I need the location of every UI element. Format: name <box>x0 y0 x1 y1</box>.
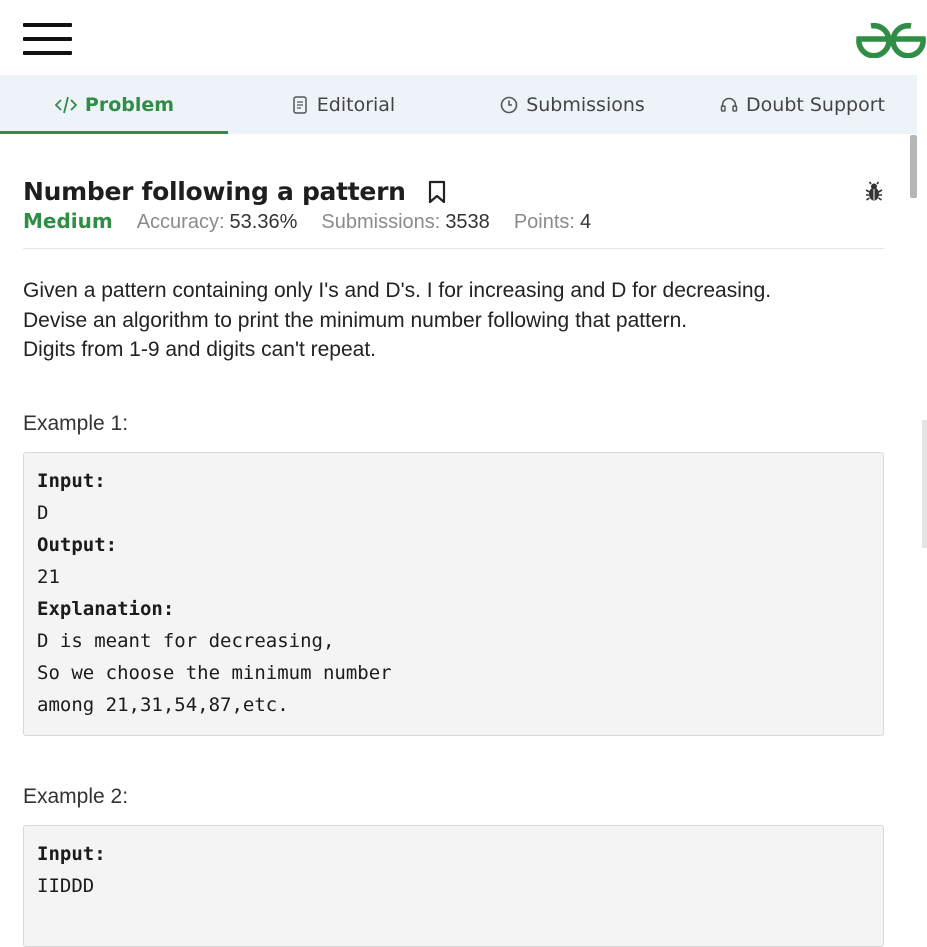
tab-label: Problem <box>84 93 175 116</box>
bookmark-icon[interactable] <box>428 180 446 204</box>
example-2-codeblock: Input: IIDDD <box>23 825 884 947</box>
divider <box>23 248 884 249</box>
submissions-value: 3538 <box>445 211 490 233</box>
example-1-heading: Example 1: <box>23 412 129 435</box>
points-value: 4 <box>579 211 592 233</box>
tab-doubt-support[interactable]: Doubt Support <box>687 75 917 134</box>
tab-submissions[interactable]: Submissions <box>457 75 687 134</box>
problem-tabs: Problem Editorial Submissions Doubt Supp… <box>0 75 917 134</box>
tab-label: Doubt Support <box>746 93 885 116</box>
active-tab-indicator <box>0 131 228 134</box>
gfg-logo-icon[interactable] <box>855 20 927 58</box>
headset-icon <box>720 97 738 112</box>
example-input: D <box>37 502 49 524</box>
title-row: Number following a pattern <box>23 177 446 206</box>
tab-label: Editorial <box>316 93 396 116</box>
tab-editorial[interactable]: Editorial <box>228 75 457 134</box>
accuracy-label: Accuracy: <box>136 211 225 233</box>
tab-label: Submissions <box>526 93 645 116</box>
accuracy-value: 53.36% <box>229 211 298 233</box>
difficulty-badge: Medium <box>23 209 113 233</box>
input-label: Input: <box>37 470 106 492</box>
example-1-codeblock: Input: D Output: 21 Explanation: D is me… <box>23 452 884 736</box>
input-label: Input: <box>37 843 106 865</box>
scrollbar-thumb[interactable] <box>910 135 917 198</box>
submissions-label: Submissions: <box>321 211 441 233</box>
top-bar <box>0 0 927 75</box>
output-label: Output: <box>37 534 118 556</box>
problem-description: Given a pattern containing only I's and … <box>23 279 772 361</box>
clock-icon <box>500 96 518 113</box>
example-input: IIDDD <box>37 875 95 897</box>
points-label: Points: <box>513 211 575 233</box>
example-2-heading: Example 2: <box>23 785 129 808</box>
bug-report-icon[interactable] <box>863 181 885 203</box>
document-icon <box>293 95 307 114</box>
example-output: 21 <box>37 566 60 588</box>
example-explanation: D is meant for decreasing, So we choose … <box>37 630 392 716</box>
problem-meta: Medium Accuracy: 53.36% Submissions: 353… <box>23 209 615 234</box>
page-scrollbar-thumb[interactable] <box>922 420 927 548</box>
tab-problem[interactable]: Problem <box>0 75 228 134</box>
hamburger-menu-icon[interactable] <box>23 23 72 55</box>
problem-title: Number following a pattern <box>23 177 406 206</box>
code-icon <box>54 96 78 113</box>
explanation-label: Explanation: <box>37 598 175 620</box>
